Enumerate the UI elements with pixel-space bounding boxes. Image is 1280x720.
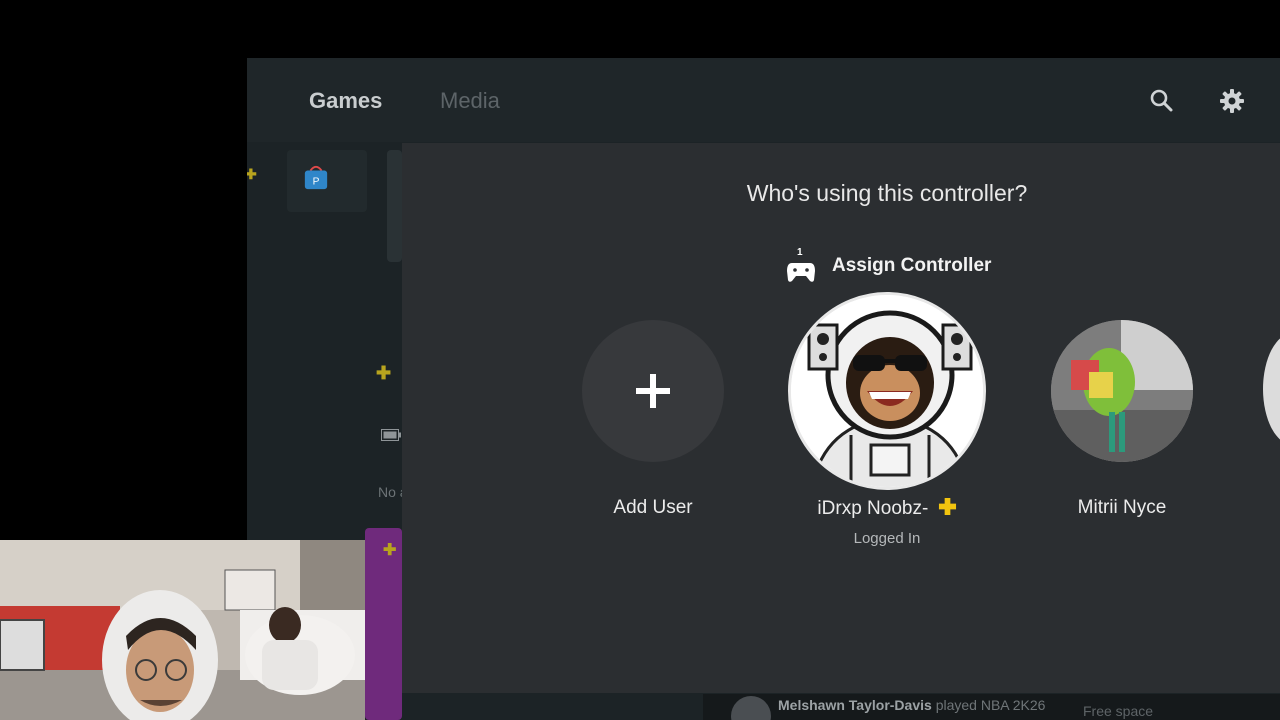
playstation-plus-icon <box>938 497 956 516</box>
add-user-label: Add User <box>613 497 693 518</box>
screen: Games Media ✚ P ✚ No a ✚ Melshawn Taylor… <box>0 0 1280 720</box>
playstation-plus-icon: ✚ <box>247 166 257 182</box>
controller-icon: 1 <box>786 247 816 283</box>
assign-controller-header: 1 Assign Controller <box>786 247 992 283</box>
webcam-overlay <box>0 540 365 720</box>
playstation-plus-icon: ✚ <box>383 542 397 559</box>
user-option-idrxp-noobz[interactable]: iDrxp Noobz- Logged In <box>757 497 1017 553</box>
user-avatar-partial[interactable] <box>1263 333 1280 445</box>
add-user-button[interactable] <box>582 320 724 462</box>
photo-avatar <box>1051 320 1193 462</box>
dialog-title: Who's using this controller? <box>746 180 1028 206</box>
controller-dialog: Who's using this controller? 1 Assign Co… <box>402 143 1280 693</box>
search-icon[interactable] <box>1149 88 1175 114</box>
user-avatar-idrxp-noobz[interactable] <box>788 292 986 490</box>
tab-media[interactable]: Media <box>440 88 500 114</box>
store-bag-icon: P <box>304 165 328 190</box>
add-user-option[interactable]: Add User <box>553 497 753 527</box>
user-option-mitrii-nyce[interactable]: Mitrii Nyce <box>1022 497 1222 527</box>
user-avatar-mitrii-nyce[interactable] <box>1051 320 1193 462</box>
battery-icon <box>381 429 401 441</box>
user-name-mitrii: Mitrii Nyce <box>1077 497 1167 518</box>
webcam-feed <box>0 540 365 720</box>
playstation-plus-icon: ✚ <box>376 363 392 383</box>
ps-store-tile[interactable]: P <box>287 150 367 212</box>
user-name-text: iDrxp Noobz- <box>817 498 929 519</box>
svg-text:P: P <box>313 176 320 187</box>
free-space-label: Free space <box>1083 703 1154 719</box>
user-name: iDrxp Noobz- <box>757 497 1017 520</box>
tab-games[interactable]: Games <box>309 88 382 114</box>
activity-user: Melshawn Taylor-Davis <box>778 697 932 713</box>
activity-strip[interactable]: Melshawn Taylor-Davis played NBA 2K26 Fr… <box>703 694 1280 720</box>
assign-controller-label: Assign Controller <box>832 255 992 276</box>
game-tile[interactable] <box>387 150 402 262</box>
plus-icon <box>582 320 724 462</box>
astronaut-monkey-avatar <box>791 295 983 487</box>
activity-avatar <box>731 696 771 720</box>
top-bar: Games Media <box>247 58 1280 142</box>
activity-text: Melshawn Taylor-Davis played NBA 2K26 <box>778 697 1045 713</box>
activity-action: played NBA 2K26 <box>935 697 1046 713</box>
game-tile[interactable]: ✚ <box>365 528 402 720</box>
controller-number: 1 <box>797 247 803 258</box>
gear-icon[interactable] <box>1219 88 1245 114</box>
user-status: Logged In <box>853 530 921 547</box>
